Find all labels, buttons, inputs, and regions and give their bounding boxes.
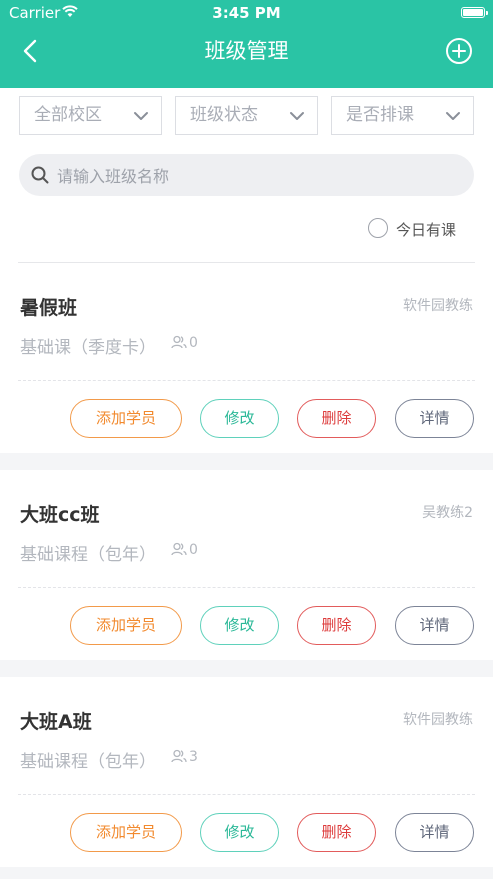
delete-button[interactable]: 删除 (297, 813, 376, 852)
delete-button[interactable]: 删除 (297, 606, 376, 645)
battery-icon (461, 7, 488, 18)
dashed-divider (18, 587, 475, 588)
today-has-class-label: 今日有课 (396, 221, 457, 239)
app-header: Carrier 3:45 PM 班级管理 (0, 0, 493, 88)
student-count: 0 (171, 335, 198, 351)
filter-panel: 全部校区 班级状态 是否排课 今日有课 (0, 88, 493, 263)
chevron-down-icon (134, 112, 148, 120)
coach-name: 软件园教练 (403, 298, 473, 314)
class-name: 大班A班 (20, 711, 92, 733)
class-card: 大班A班 软件园教练 基础课程（包年） 3 添加学员 修改 删除 详情 (0, 677, 493, 867)
add-student-button[interactable]: 添加学员 (70, 813, 182, 852)
scheduled-dropdown-label: 是否排课 (346, 105, 414, 125)
detail-button[interactable]: 详情 (395, 399, 474, 438)
course-name: 基础课程（包年） (20, 752, 156, 772)
search-bar[interactable] (19, 154, 474, 198)
class-name: 大班cc班 (20, 504, 100, 526)
detail-button[interactable]: 详情 (395, 813, 474, 852)
radio-circle-icon[interactable] (368, 218, 388, 238)
course-name: 基础课程（包年） (20, 545, 156, 565)
class-card: 暑假班 软件园教练 基础课（季度卡） 0 添加学员 修改 删除 详情 (0, 263, 493, 453)
detail-button[interactable]: 详情 (395, 606, 474, 645)
dashed-divider (18, 380, 475, 381)
student-count-value: 0 (189, 542, 198, 558)
dashed-divider (18, 794, 475, 795)
class-card: 大班cc班 吴教练2 基础课程（包年） 0 添加学员 修改 删除 详情 (0, 470, 493, 660)
search-icon (31, 166, 49, 184)
edit-button[interactable]: 修改 (200, 813, 279, 852)
student-count-value: 3 (189, 749, 198, 765)
coach-name: 软件园教练 (403, 712, 473, 728)
coach-name: 吴教练2 (422, 505, 473, 521)
chevron-down-icon (446, 112, 460, 120)
add-student-button[interactable]: 添加学员 (70, 606, 182, 645)
status-bar: Carrier 3:45 PM (0, 0, 493, 24)
users-icon (171, 335, 187, 349)
class-status-dropdown[interactable]: 班级状态 (175, 96, 318, 135)
student-count: 3 (171, 749, 198, 765)
edit-button[interactable]: 修改 (200, 399, 279, 438)
users-icon (171, 542, 187, 556)
add-student-button[interactable]: 添加学员 (70, 399, 182, 438)
class-name: 暑假班 (20, 297, 78, 319)
course-name: 基础课（季度卡） (20, 338, 156, 358)
add-class-icon[interactable] (445, 37, 473, 65)
edit-button[interactable]: 修改 (200, 606, 279, 645)
student-count-value: 0 (189, 335, 198, 351)
chevron-down-icon (290, 112, 304, 120)
page-title: 班级管理 (204, 39, 289, 63)
campus-dropdown[interactable]: 全部校区 (19, 96, 162, 135)
search-input[interactable] (55, 154, 459, 198)
scheduled-dropdown[interactable]: 是否排课 (331, 96, 474, 135)
student-count: 0 (171, 542, 198, 558)
users-icon (171, 749, 187, 763)
class-status-dropdown-label: 班级状态 (190, 105, 258, 125)
campus-dropdown-label: 全部校区 (34, 105, 102, 125)
delete-button[interactable]: 删除 (297, 399, 376, 438)
status-time: 3:45 PM (212, 4, 281, 22)
